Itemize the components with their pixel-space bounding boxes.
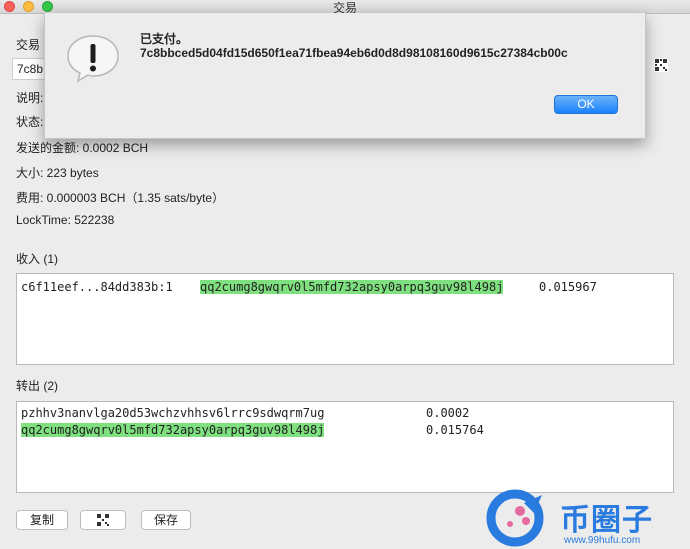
outputs-list[interactable]: pzhhv3nanvlga20d53wchzvhhsv6lrrc9sdwqrm7…: [16, 401, 674, 493]
brand-name: 币圈子: [560, 504, 653, 537]
tx-size: 大小: 223 bytes: [16, 166, 99, 180]
inputs-list[interactable]: c6f11eef...84dd383b:1 qq2cumg8gwqrv0l5mf…: [16, 273, 674, 365]
save-button[interactable]: 保存: [141, 510, 191, 530]
dialog-title: 已支付。: [140, 32, 189, 46]
input-address: qq2cumg8gwqrv0l5mfd732apsy0arpq3guv98l49…: [200, 280, 504, 294]
qr-button[interactable]: [80, 510, 126, 530]
txid-value: 7c8b: [17, 62, 44, 76]
warning-speech-bubble-icon: [67, 35, 119, 83]
qr-code-icon[interactable]: [654, 58, 668, 72]
output-address: qq2cumg8gwqrv0l5mfd732apsy0arpq3guv98l49…: [21, 423, 325, 437]
output-amount: 0.015764: [426, 423, 484, 437]
dialog-message: 7c8bbced5d04fd15d650f1ea71fbea94eb6d0d8d…: [140, 46, 568, 60]
outputs-header: 转出 (2): [16, 379, 59, 393]
output-amount: 0.0002: [426, 406, 470, 420]
output-address: pzhhv3nanvlga20d53wchzvhhsv6lrrc9sdwqrm7…: [21, 406, 325, 420]
locktime: LockTime: 522238: [16, 213, 115, 227]
inputs-header: 收入 (1): [16, 252, 59, 266]
qr-code-icon: [97, 514, 109, 526]
tx-label: 交易: [16, 38, 41, 52]
watermark: 币圈子 www.99hufu.com: [484, 487, 690, 549]
title-bar: 交易: [0, 0, 690, 15]
tx-fee: 费用: 0.000003 BCH（1.35 sats/byte）: [16, 191, 225, 205]
description-label: 说明:: [16, 91, 44, 105]
input-amount: 0.015967: [539, 280, 597, 294]
input-prevout: c6f11eef...84dd383b:1: [21, 280, 173, 294]
copy-button[interactable]: 复制: [16, 510, 68, 530]
payment-alert-dialog: 已支付。 7c8bbced5d04fd15d650f1ea71fbea94eb6…: [44, 13, 646, 139]
brand-url: www.99hufu.com: [564, 535, 641, 546]
brand-logo-icon: [486, 489, 544, 547]
status-label: 状态:: [16, 115, 44, 129]
ok-button[interactable]: OK: [554, 95, 618, 114]
amount-sent: 发送的金额: 0.0002 BCH: [16, 141, 149, 155]
